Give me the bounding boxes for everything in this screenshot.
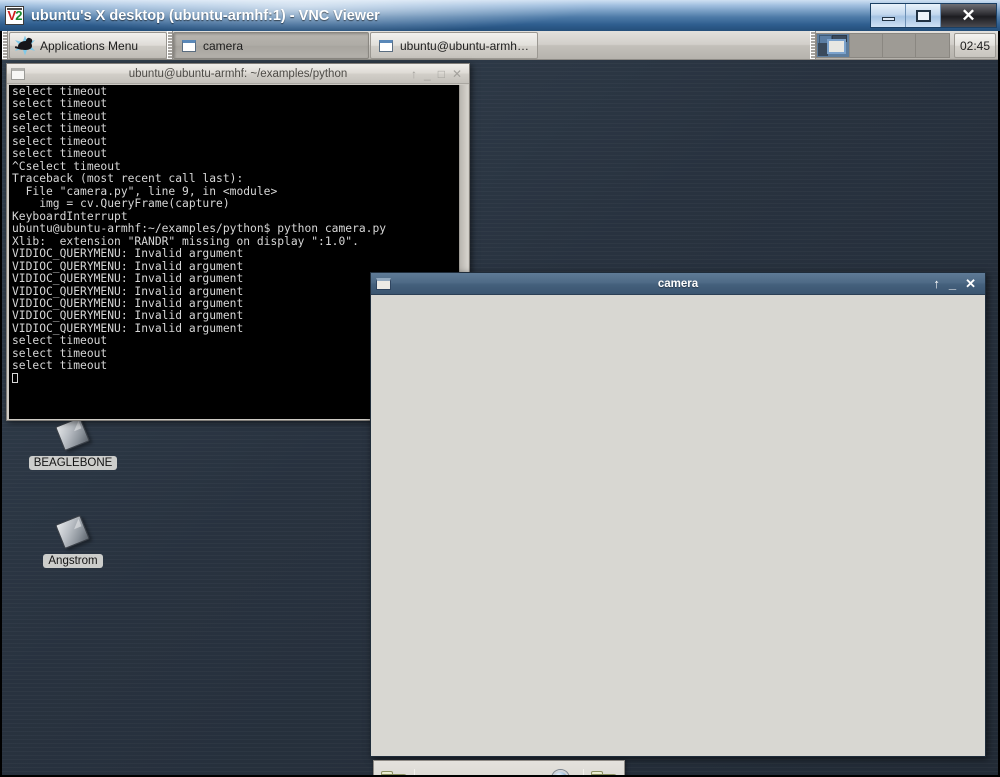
shade-button[interactable]: ↑ (933, 277, 940, 290)
workspace-switcher[interactable] (815, 33, 950, 58)
camera-titlebar[interactable]: camera ↑ _ ✕ (371, 273, 985, 295)
panel-clock[interactable]: 02:45 (953, 33, 996, 58)
camera-window-buttons: ↑ _ ✕ (933, 277, 985, 290)
remote-desktop-area[interactable]: Applications Menu camera ubuntu@ubuntu-a… (2, 31, 998, 775)
xubuntu-mouse-icon (14, 35, 35, 56)
window-icon (379, 39, 393, 52)
workspace-window-preview (826, 39, 846, 54)
camera-video-canvas[interactable] (371, 295, 985, 756)
window-icon (182, 39, 196, 52)
vnc-viewer-window: V2 ubuntu's X desktop (ubuntu-armhf:1) -… (0, 0, 1000, 777)
camera-window-title: camera (657, 277, 699, 290)
close-button[interactable]: ✕ (941, 4, 996, 27)
vnc-titlebar[interactable]: V2 ubuntu's X desktop (ubuntu-armhf:1) -… (0, 0, 1000, 31)
vnc-logo-digit: 2 (15, 8, 22, 23)
applications-menu-button[interactable]: Applications Menu (9, 32, 167, 59)
drive-icon (55, 416, 91, 453)
applications-menu-label: Applications Menu (40, 38, 139, 53)
terminal-line: Traceback (most recent call last): (12, 172, 244, 186)
drive-icon (55, 514, 91, 551)
workspace-2[interactable] (849, 34, 883, 57)
toolbar-separator (414, 768, 415, 775)
workspace-1[interactable] (816, 34, 850, 57)
vnc-window-title: ubuntu's X desktop (ubuntu-armhf:1) - VN… (31, 7, 380, 24)
minimize-button[interactable] (871, 4, 906, 27)
open-folder-button[interactable] (374, 762, 414, 775)
maximize-icon (915, 9, 931, 22)
camera-window[interactable]: camera ↑ _ ✕ (370, 272, 986, 757)
task-button-label: ubuntu@ubuntu-armhf: ~/exam... (400, 38, 529, 53)
terminal-window-buttons: ↑ _ □ ✕ (411, 68, 469, 80)
vnc-logo-icon: V2 (5, 6, 24, 25)
zoom-button[interactable] (543, 762, 583, 775)
close-button[interactable]: ✕ (965, 277, 976, 290)
desktop-icon-label: BEAGLEBONE (28, 456, 118, 470)
terminal-line: select timeout (12, 147, 108, 161)
window-tasklist: camera ubuntu@ubuntu-armhf: ~/exam... (173, 31, 810, 59)
terminal-line: select timeout (12, 122, 108, 136)
shade-button[interactable]: ↑ (411, 68, 417, 80)
minimize-button[interactable]: _ (424, 68, 431, 80)
xfce-top-panel: Applications Menu camera ubuntu@ubuntu-a… (2, 31, 998, 60)
panel-right-group: 02:45 (809, 31, 998, 59)
terminal-line: VIDIOC_QUERYMENU: Invalid argument (12, 247, 244, 261)
folder-icon (381, 771, 407, 775)
workspace-3[interactable] (882, 34, 916, 57)
camera-toolbar (373, 760, 625, 775)
task-button-terminal[interactable]: ubuntu@ubuntu-armhf: ~/exam... (370, 32, 538, 59)
maximize-button[interactable]: □ (438, 68, 445, 80)
close-button[interactable]: ✕ (452, 68, 462, 80)
terminal-line: img = cv.QueryFrame(capture) (12, 197, 230, 211)
minimize-button[interactable]: _ (949, 277, 956, 290)
maximize-button[interactable] (906, 4, 941, 27)
desktop-icon-angstrom[interactable]: Angstrom (30, 514, 116, 568)
save-folder-button[interactable] (584, 762, 624, 775)
terminal-titlebar[interactable]: ubuntu@ubuntu-armhf: ~/examples/python ↑… (7, 64, 469, 84)
terminal-line: ubuntu@ubuntu-armhf:~/examples/python$ p… (12, 222, 387, 236)
task-button-label: camera (203, 38, 244, 53)
task-button-camera[interactable]: camera (173, 32, 369, 59)
panel-handle-left[interactable] (2, 31, 8, 59)
workspace-4[interactable] (915, 34, 949, 57)
minimize-icon (881, 16, 895, 21)
terminal-cursor (12, 372, 18, 383)
folder-icon (591, 771, 617, 775)
desktop-icon-label: Angstrom (43, 554, 103, 568)
magnifier-icon (550, 769, 576, 775)
terminal-window-title: ubuntu@ubuntu-armhf: ~/examples/python (128, 67, 348, 80)
vnc-window-buttons: ✕ (870, 3, 997, 28)
desktop-icon-beaglebone[interactable]: BEAGLEBONE (28, 416, 118, 470)
